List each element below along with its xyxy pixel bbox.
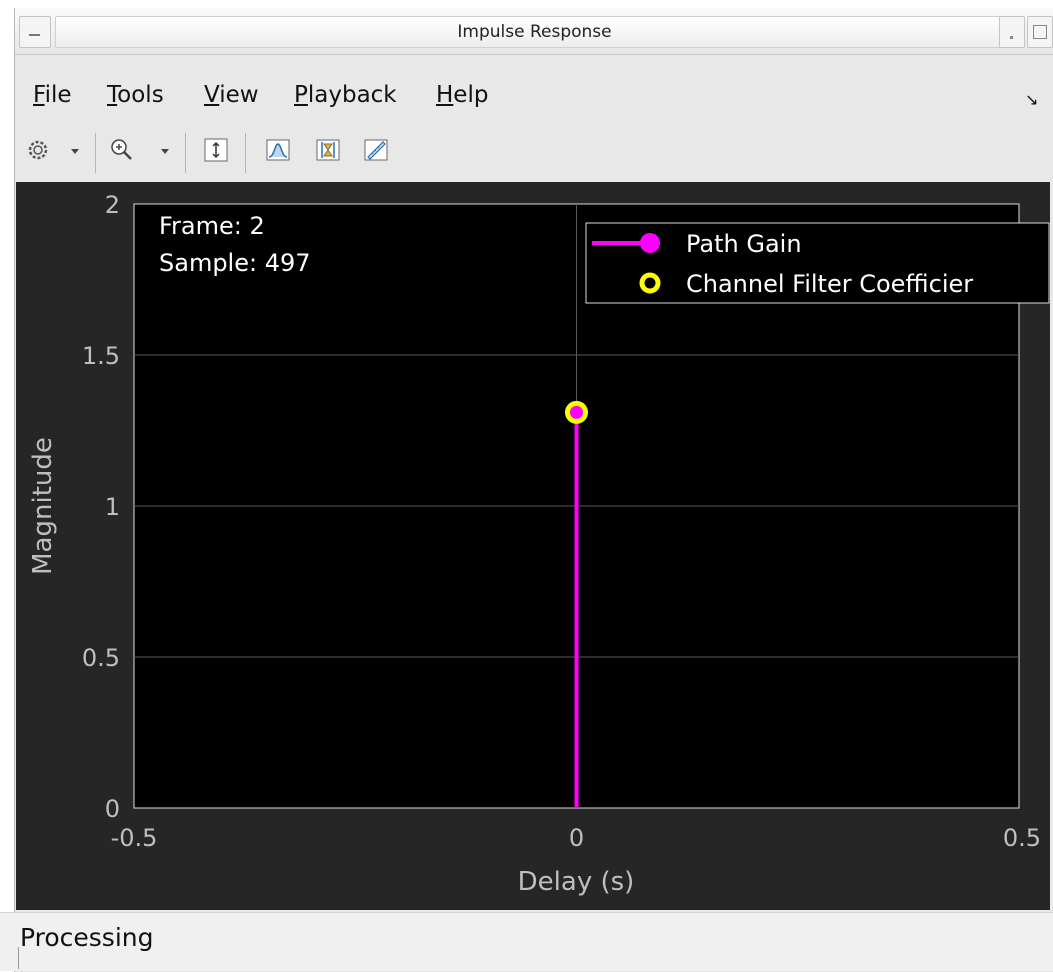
menu-file[interactable]: File	[33, 82, 72, 108]
minimize-button[interactable]	[999, 16, 1025, 48]
legend-path-gain-marker	[640, 233, 660, 253]
y-tick-label: 1	[105, 493, 120, 521]
x-tick-label: 0	[569, 824, 584, 852]
readout-sample: Sample: 497	[159, 249, 311, 277]
menu-bar: File Tools View Playback Help ↘	[15, 76, 1053, 116]
legend-coefficients-label: Channel Filter Coefficier	[686, 270, 973, 298]
readout-frame: Frame: 2	[159, 212, 265, 240]
x-axis-label: Delay (s)	[518, 867, 635, 897]
x-tick-label: -0.5	[111, 824, 158, 852]
maximize-button[interactable]	[1027, 16, 1053, 48]
x-tick-label: 0.5	[1003, 824, 1041, 852]
toolbar	[15, 129, 1053, 179]
title-bar[interactable]: Impulse Response	[15, 8, 1053, 55]
toolbar-separator	[185, 133, 186, 173]
y-tick-label: 1.5	[82, 342, 120, 370]
window-title: Impulse Response	[457, 22, 612, 42]
status-bar: Processing	[0, 912, 1053, 971]
peak-finder-icon[interactable]	[313, 135, 343, 165]
gear-icon[interactable]	[23, 135, 53, 165]
menu-tools-mnemonic: T	[107, 82, 118, 108]
dock-arrow-icon[interactable]: ↘	[1025, 90, 1038, 109]
menu-tools[interactable]: Tools	[107, 82, 164, 108]
zoom-in-icon[interactable]	[107, 135, 137, 165]
menu-file-mnemonic: F	[33, 82, 45, 108]
menu-help-label: elp	[453, 82, 489, 108]
menu-view-label: iew	[219, 82, 259, 108]
menu-playback-label: layback	[307, 82, 397, 108]
y-tick-label: 0	[105, 795, 120, 823]
settings-dropdown-caret[interactable]	[71, 149, 79, 154]
menu-playback-mnemonic: P	[294, 82, 308, 108]
y-axis-label: Magnitude	[28, 437, 58, 575]
legend-coefficients-marker	[639, 272, 661, 294]
toolbar-separator	[95, 133, 96, 173]
status-text: Processing	[20, 923, 154, 952]
menu-help-mnemonic: H	[436, 82, 454, 108]
menu-tools-label: ools	[117, 82, 164, 108]
menu-playback[interactable]: Playback	[294, 82, 397, 108]
data-cursors-icon[interactable]	[263, 135, 293, 165]
legend[interactable]: Path Gain Channel Filter Coefficier	[585, 222, 1050, 304]
measurements-icon[interactable]	[361, 135, 391, 165]
menu-view-mnemonic: V	[204, 82, 220, 108]
menu-view[interactable]: View	[204, 82, 259, 108]
impulse-response-chart[interactable]: 00.511.52-0.5 0 0.5 Frame: 2 Sample: 497 P…	[16, 182, 1050, 910]
status-divider	[18, 947, 19, 969]
menu-help[interactable]: Help	[436, 82, 488, 108]
y-tick-label: 2	[105, 191, 120, 219]
zoom-dropdown-caret[interactable]	[161, 149, 169, 154]
scale-axes-icon[interactable]	[201, 135, 231, 165]
legend-path-gain-label: Path Gain	[686, 230, 802, 258]
plot-panel: 0 0.5 1 1.5 2 -0.5 0 0.5 Frame: 2 Sample: 497 P…	[16, 182, 1050, 910]
menu-file-label: ile	[44, 82, 72, 108]
y-tick-label: 0.5	[82, 644, 120, 672]
toolbar-separator	[245, 133, 246, 173]
